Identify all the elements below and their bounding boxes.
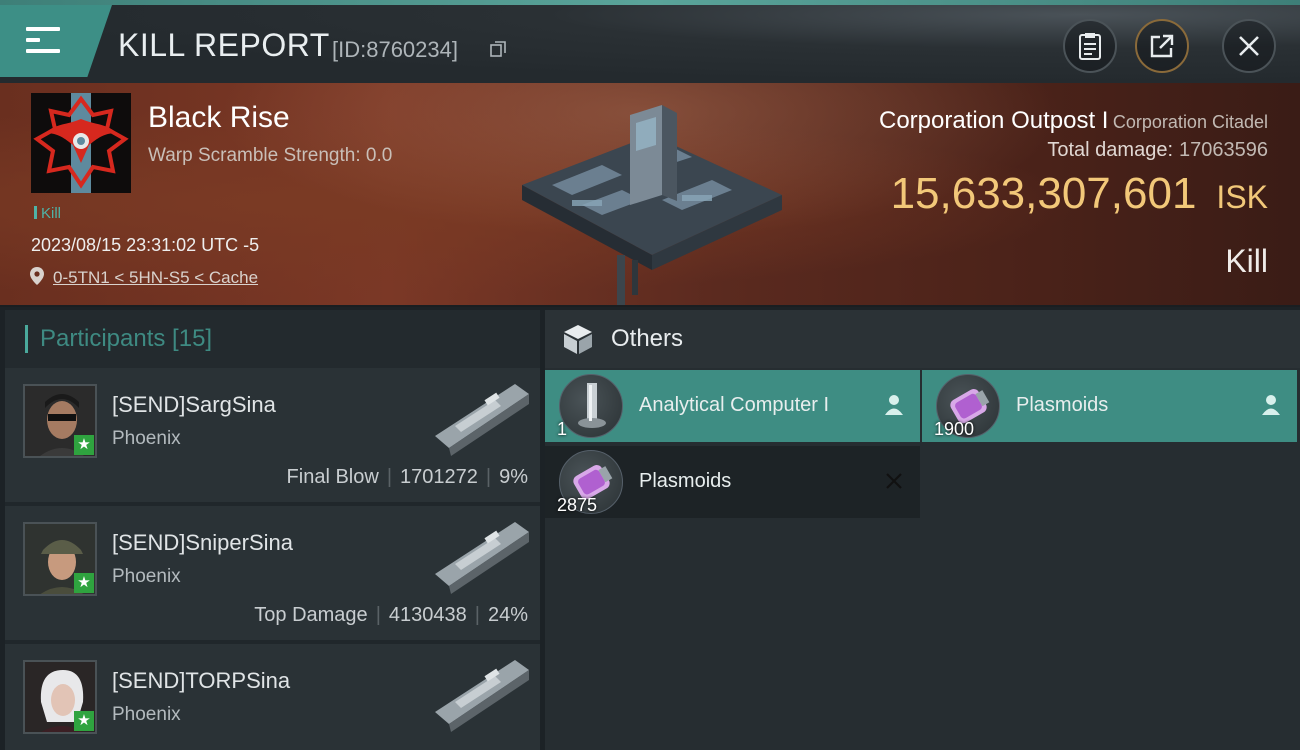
isk-value-row: 15,633,307,601 ISK (891, 169, 1268, 219)
others-panel: Others 1 Analytical Computer I 1900 Plas… (545, 310, 1300, 750)
star-badge-icon: ★ (74, 711, 94, 731)
participant-row[interactable]: ★ [SEND]TORPSina Phoenix (5, 644, 540, 750)
avatar: ★ (23, 522, 97, 596)
ship-icon (435, 522, 529, 594)
kill-banner: Black Rise Warp Scramble Strength: 0.0 K… (0, 83, 1300, 307)
report-id: [ID:8760234] (332, 37, 458, 62)
isk-unit: ISK (1216, 179, 1268, 215)
isk-value: 15,633,307,601 (890, 169, 1197, 218)
participant-role: Final Blow (286, 466, 379, 488)
avatar: ★ (23, 384, 97, 458)
participant-damage: 1701272 (400, 466, 478, 488)
clipboard-button[interactable] (1063, 19, 1117, 73)
participant-stats: Top Damage | 4130438 | 24% (254, 604, 528, 626)
person-icon (1262, 395, 1280, 415)
corporation-logo[interactable] (31, 93, 131, 193)
item-tile[interactable]: 2875 Plasmoids (545, 446, 920, 518)
participants-header: Participants [15] (5, 310, 540, 368)
computer-module-icon (559, 374, 623, 438)
item-name: Plasmoids (1016, 394, 1109, 416)
ship-type-name: Corporation Outpost I (879, 107, 1109, 134)
item-name: Plasmoids (639, 470, 732, 492)
cube-icon (564, 325, 592, 354)
result-label: Kill (1225, 243, 1268, 279)
share-icon (1150, 34, 1174, 58)
others-title: Others (611, 325, 684, 352)
location-link[interactable]: 0-5TN1 < 5HN-S5 < Cache (53, 268, 258, 288)
page-title: KILL REPORT (118, 27, 330, 63)
menu-icon (26, 27, 60, 53)
total-damage-label: Total damage: (1047, 139, 1174, 161)
others-header: Others (545, 310, 1300, 368)
ship-icon (435, 660, 529, 732)
ship-class: Corporation Citadel (1112, 112, 1268, 132)
warp-scramble-strength: Warp Scramble Strength: 0.0 (148, 145, 393, 166)
total-damage-value: 17063596 (1179, 139, 1268, 161)
ship-name[interactable]: Corporation Outpost I Corporation Citade… (879, 107, 1268, 135)
item-quantity: 1 (557, 419, 568, 439)
participant-name: [SEND]SargSina (112, 392, 276, 417)
kill-tag: Kill (34, 205, 61, 222)
star-badge-icon: ★ (74, 573, 94, 593)
close-button[interactable] (1222, 19, 1276, 73)
item-name: Analytical Computer I (639, 394, 830, 416)
participant-ship: Phoenix (112, 566, 181, 587)
structure-image (522, 105, 782, 305)
participant-damage: 4130438 (388, 604, 467, 626)
participant-percent: 24% (487, 604, 528, 626)
location-pin-icon (30, 267, 44, 285)
menu-button[interactable] (0, 5, 112, 77)
participant-percent: 9% (499, 466, 528, 488)
close-icon (886, 473, 902, 489)
person-icon (885, 395, 903, 415)
copy-icon[interactable] (490, 41, 506, 57)
item-tile[interactable]: 1 Analytical Computer I (545, 370, 920, 442)
participant-ship: Phoenix (112, 704, 181, 725)
kill-timestamp: 2023/08/15 23:31:02 UTC -5 (31, 235, 260, 255)
item-quantity: 1900 (934, 419, 975, 439)
participant-stats: Final Blow | 1701272 | 9% (286, 466, 528, 488)
victim-name[interactable]: Black Rise (148, 101, 290, 135)
close-icon (1239, 36, 1259, 56)
participants-panel: Participants [15] ★ [SEND]SargSina Phoen… (5, 310, 540, 750)
clipboard-icon (1079, 33, 1101, 60)
participant-name: [SEND]SniperSina (112, 530, 293, 555)
item-quantity: 2875 (557, 495, 598, 515)
ship-icon (435, 384, 529, 456)
participant-ship: Phoenix (112, 428, 181, 449)
participant-role: Top Damage (254, 604, 368, 626)
total-damage: Total damage: 17063596 (1047, 139, 1268, 162)
header-bar: KILL REPORT [ID:8760234] (0, 5, 1300, 83)
star-badge-icon: ★ (74, 435, 94, 455)
avatar: ★ (23, 660, 97, 734)
participants-title: Participants [15] (25, 325, 212, 353)
participant-row[interactable]: ★ [SEND]SniperSina Phoenix Top Damage | 41… (5, 506, 540, 640)
participant-row[interactable]: ★ [SEND]SargSina Phoenix Final Blow | 1701… (5, 368, 540, 502)
share-button[interactable] (1135, 19, 1189, 73)
participant-name: [SEND]TORPSina (112, 668, 291, 693)
item-tile[interactable]: 1900 Plasmoids (922, 370, 1297, 442)
